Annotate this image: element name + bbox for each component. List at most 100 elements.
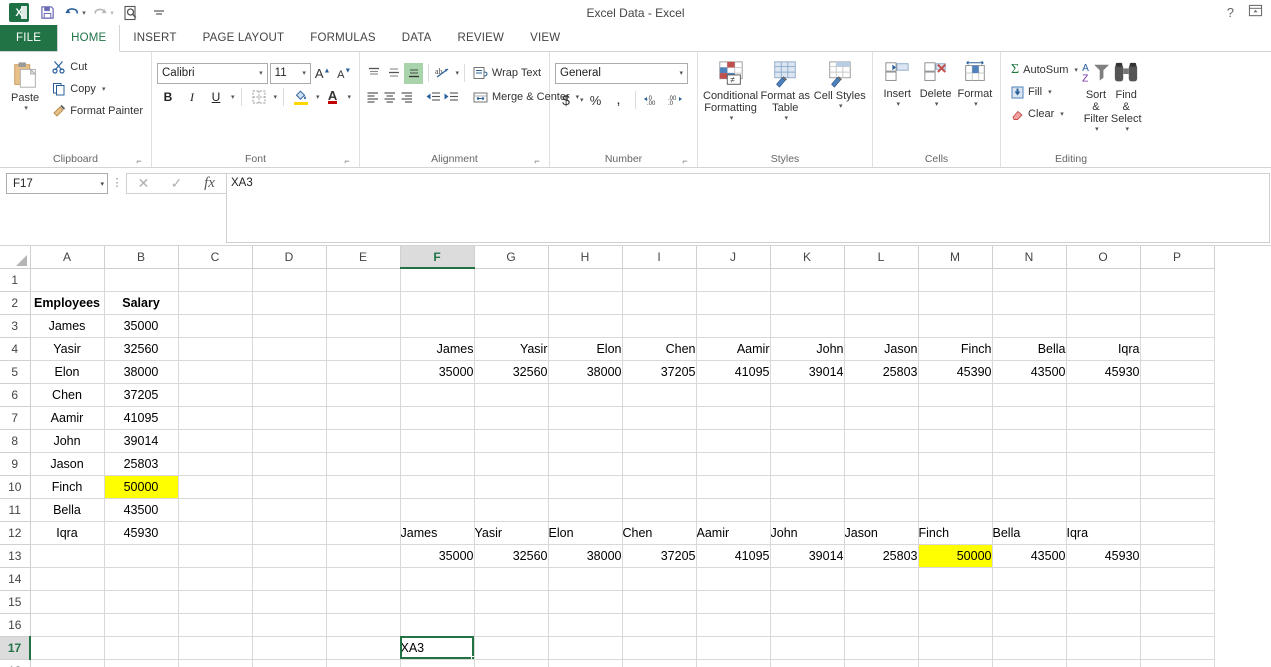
cell-I16[interactable]	[622, 613, 696, 636]
cell-F17[interactable]: XA3	[400, 636, 474, 659]
sort-filter-caret[interactable]: ▾	[1095, 125, 1099, 133]
cell-P3[interactable]	[1140, 314, 1214, 337]
undo-dropdown-caret[interactable]: ▾	[82, 9, 86, 17]
cell-F12[interactable]: James	[400, 521, 474, 544]
cell-I7[interactable]	[622, 406, 696, 429]
cell-styles-caret[interactable]: ▾	[839, 102, 843, 110]
name-box[interactable]: F17 ▾	[6, 173, 108, 194]
cell-E8[interactable]	[326, 429, 400, 452]
cell-F6[interactable]	[400, 383, 474, 406]
cell-D11[interactable]	[252, 498, 326, 521]
row-header-5[interactable]: 5	[0, 360, 30, 383]
number-format-combo[interactable]: General ▾	[555, 63, 688, 84]
cell-B18[interactable]	[104, 659, 178, 667]
cell-J2[interactable]	[696, 291, 770, 314]
cell-M13[interactable]: 50000	[918, 544, 992, 567]
cell-K8[interactable]	[770, 429, 844, 452]
cell-H15[interactable]	[548, 590, 622, 613]
cell-C3[interactable]	[178, 314, 252, 337]
cell-B14[interactable]	[104, 567, 178, 590]
cell-C16[interactable]	[178, 613, 252, 636]
column-header-o[interactable]: O	[1066, 246, 1140, 268]
row-header-16[interactable]: 16	[0, 613, 30, 636]
cell-P12[interactable]	[1140, 521, 1214, 544]
cell-I11[interactable]	[622, 498, 696, 521]
underline-button[interactable]: U	[205, 87, 227, 108]
cell-H10[interactable]	[548, 475, 622, 498]
cell-D15[interactable]	[252, 590, 326, 613]
cell-M9[interactable]	[918, 452, 992, 475]
cell-I8[interactable]	[622, 429, 696, 452]
cell-O3[interactable]	[1066, 314, 1140, 337]
cell-C9[interactable]	[178, 452, 252, 475]
orientation-button[interactable]: ab	[434, 63, 453, 84]
cell-K6[interactable]	[770, 383, 844, 406]
ribbon-tabs[interactable]: FILE HOME INSERT PAGE LAYOUT FORMULAS DA…	[0, 25, 1271, 52]
cell-K5[interactable]: 39014	[770, 360, 844, 383]
cell-F1[interactable]	[400, 268, 474, 291]
cell-J5[interactable]: 41095	[696, 360, 770, 383]
cell-C8[interactable]	[178, 429, 252, 452]
cell-L18[interactable]	[844, 659, 918, 667]
insert-cells-button[interactable]: Insert ▾	[878, 58, 916, 152]
cell-B16[interactable]	[104, 613, 178, 636]
cell-I1[interactable]	[622, 268, 696, 291]
row-header-7[interactable]: 7	[0, 406, 30, 429]
column-header-l[interactable]: L	[844, 246, 918, 268]
cell-L14[interactable]	[844, 567, 918, 590]
tab-page-layout[interactable]: PAGE LAYOUT	[190, 25, 298, 51]
cell-A16[interactable]	[30, 613, 104, 636]
column-header-f[interactable]: F	[400, 246, 474, 268]
cell-H17[interactable]	[548, 636, 622, 659]
cell-P5[interactable]	[1140, 360, 1214, 383]
cell-G8[interactable]	[474, 429, 548, 452]
cell-J14[interactable]	[696, 567, 770, 590]
cell-N8[interactable]	[992, 429, 1066, 452]
cell-N7[interactable]	[992, 406, 1066, 429]
cell-C15[interactable]	[178, 590, 252, 613]
cell-L1[interactable]	[844, 268, 918, 291]
cell-H11[interactable]	[548, 498, 622, 521]
redo-dropdown-caret[interactable]: ▾	[110, 9, 114, 17]
cell-D14[interactable]	[252, 567, 326, 590]
cell-P14[interactable]	[1140, 567, 1214, 590]
wrap-text-button[interactable]: Wrap Text	[470, 62, 544, 84]
cell-H3[interactable]	[548, 314, 622, 337]
cell-B7[interactable]: 41095	[104, 406, 178, 429]
cell-J12[interactable]: Aamir	[696, 521, 770, 544]
column-header-e[interactable]: E	[326, 246, 400, 268]
cell-A5[interactable]: Elon	[30, 360, 104, 383]
conditional-formatting-caret[interactable]: ▾	[730, 114, 734, 122]
cell-O8[interactable]	[1066, 429, 1140, 452]
cell-P13[interactable]	[1140, 544, 1214, 567]
cell-K7[interactable]	[770, 406, 844, 429]
cell-N1[interactable]	[992, 268, 1066, 291]
save-icon[interactable]	[34, 2, 60, 24]
cell-G14[interactable]	[474, 567, 548, 590]
cell-O16[interactable]	[1066, 613, 1140, 636]
cell-O4[interactable]: Iqra	[1066, 337, 1140, 360]
cell-A1[interactable]	[30, 268, 104, 291]
cell-G2[interactable]	[474, 291, 548, 314]
cell-H14[interactable]	[548, 567, 622, 590]
cell-D18[interactable]	[252, 659, 326, 667]
cell-I17[interactable]	[622, 636, 696, 659]
decrease-decimal-button[interactable]: .00.0	[664, 90, 686, 111]
cell-B8[interactable]: 39014	[104, 429, 178, 452]
cell-P2[interactable]	[1140, 291, 1214, 314]
font-name-combo[interactable]: Calibri ▾	[157, 63, 268, 84]
cell-I4[interactable]: Chen	[622, 337, 696, 360]
autosum-button[interactable]: Σ AutoSum ▾	[1008, 59, 1081, 81]
cell-E14[interactable]	[326, 567, 400, 590]
cell-B17[interactable]	[104, 636, 178, 659]
cell-K10[interactable]	[770, 475, 844, 498]
cell-E13[interactable]	[326, 544, 400, 567]
sort-filter-button[interactable]: A Z Sort & Filter ▾	[1081, 59, 1111, 152]
align-right-button[interactable]	[399, 87, 415, 108]
cell-O9[interactable]	[1066, 452, 1140, 475]
cell-C18[interactable]	[178, 659, 252, 667]
cell-A15[interactable]	[30, 590, 104, 613]
cell-H7[interactable]	[548, 406, 622, 429]
column-header-k[interactable]: K	[770, 246, 844, 268]
cell-N12[interactable]: Bella	[992, 521, 1066, 544]
